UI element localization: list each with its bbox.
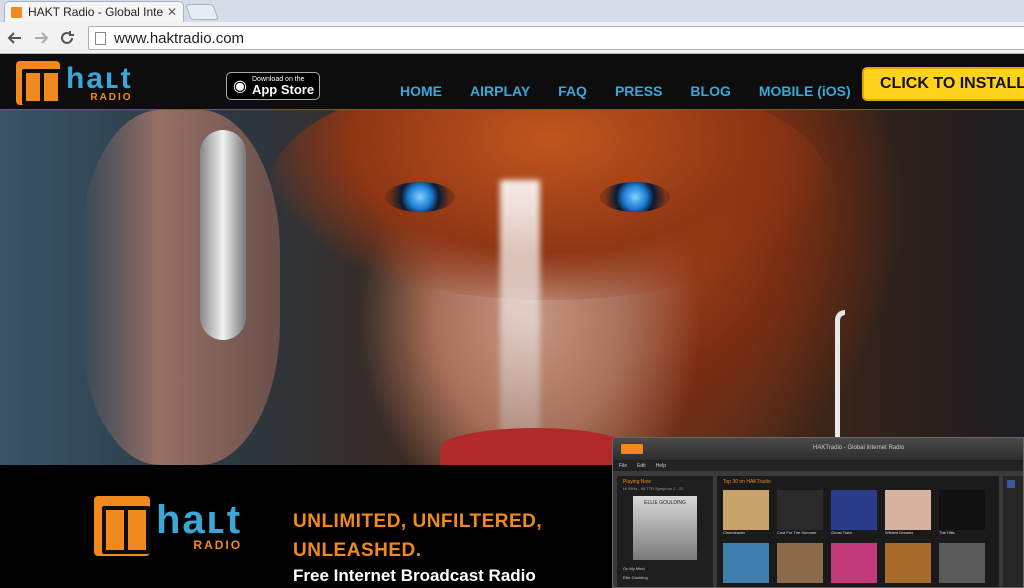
album-tile bbox=[885, 543, 931, 583]
album-tile-label: Cool For The Summer bbox=[777, 530, 817, 535]
app-titlebar: HAKTradio - Global Internet Radio bbox=[613, 438, 1023, 460]
album-tile-art bbox=[831, 490, 877, 530]
track-artist: Ellie Goulding bbox=[623, 575, 648, 580]
speaker-logo-icon bbox=[16, 61, 62, 105]
facebook-icon bbox=[1007, 480, 1015, 488]
browser-tab-strip: HAKT Radio - Global Intern ✕ bbox=[0, 0, 1024, 22]
app-sidebar: Playing Now Hi 95Hz - 96 TTR Symphon 2 -… bbox=[617, 476, 713, 587]
tab-title: HAKT Radio - Global Intern bbox=[28, 5, 163, 19]
promo-logo-sub: RADIO bbox=[193, 538, 243, 552]
promo-logo-name: haʟt bbox=[156, 498, 243, 542]
album-tile-art bbox=[885, 490, 931, 530]
browser-toolbar: www.haktradio.com bbox=[0, 22, 1024, 54]
album-tile-art bbox=[777, 490, 823, 530]
album-tile-label: Wildest Dreams bbox=[885, 530, 914, 535]
app-menu-help: Help bbox=[655, 462, 666, 469]
promo-logo: haʟt RADIO bbox=[94, 496, 242, 556]
album-label: ELLIE GOULDING bbox=[644, 500, 686, 506]
nav-mobile[interactable]: MOBILE (iOS) bbox=[759, 83, 851, 99]
app-menu-file: File bbox=[619, 462, 628, 469]
site-header: haʟt RADIO ◉ Download on the App Store H… bbox=[0, 54, 1024, 110]
album-tile bbox=[777, 543, 823, 583]
apple-icon: ◉ bbox=[233, 78, 247, 95]
headphone-graphic bbox=[200, 130, 246, 340]
nav-blog[interactable]: BLOG bbox=[690, 83, 730, 99]
address-bar[interactable]: www.haktradio.com bbox=[88, 26, 1024, 50]
app-menu-edit: Edit bbox=[637, 462, 646, 469]
arrow-left-icon bbox=[7, 31, 21, 44]
arrow-right-icon bbox=[35, 31, 49, 44]
app-title: HAKTradio - Global Internet Radio bbox=[813, 445, 905, 451]
nav-faq[interactable]: FAQ bbox=[558, 83, 587, 99]
album-tile-label: The Hills bbox=[939, 530, 955, 535]
now-playing-sub: Hi 95Hz - 96 TTR Symphon 2 - 22 bbox=[623, 486, 684, 491]
album-tile-label: Ghost Town bbox=[831, 530, 853, 535]
album-tile-art bbox=[777, 543, 823, 583]
url-text: www.haktradio.com bbox=[114, 29, 245, 47]
nav-press[interactable]: PRESS bbox=[615, 83, 662, 99]
album-tile: Cheerleader bbox=[723, 490, 769, 535]
tagline: UNLIMITED, UNFILTERED, UNLEASHED. bbox=[293, 507, 542, 565]
install-button[interactable]: CLICK TO INSTALL bbox=[862, 67, 1024, 101]
nav-home[interactable]: HOME bbox=[400, 83, 442, 99]
hero-light-beam bbox=[500, 180, 540, 450]
album-tile-art bbox=[939, 490, 985, 530]
app-main: Top 30 on HAKTradio Cheerleader Cool For … bbox=[717, 476, 999, 587]
album-tile: Ghost Town bbox=[831, 490, 877, 535]
hero-lips bbox=[440, 428, 630, 465]
subline: Free Internet Broadcast Radio bbox=[293, 566, 536, 585]
track-title: On My Mind bbox=[623, 566, 645, 571]
reload-button[interactable] bbox=[56, 27, 78, 49]
app-store-badge[interactable]: ◉ Download on the App Store bbox=[226, 72, 320, 100]
back-button[interactable] bbox=[4, 27, 26, 49]
speaker-logo-icon bbox=[94, 496, 150, 556]
hero-eye-right bbox=[600, 182, 670, 212]
tagline-line2: UNLEASHED. bbox=[293, 540, 422, 561]
album-tile bbox=[831, 543, 877, 583]
hakt-logo[interactable]: haʟt RADIO bbox=[16, 59, 133, 107]
album-tile bbox=[939, 543, 985, 583]
album-art: ELLIE GOULDING bbox=[633, 496, 697, 560]
album-tile bbox=[723, 543, 769, 583]
hero-eye-left bbox=[385, 182, 455, 212]
forward-button[interactable] bbox=[30, 27, 52, 49]
hero-hand bbox=[80, 110, 280, 465]
album-tile-art bbox=[885, 543, 931, 583]
favicon-icon bbox=[11, 6, 22, 18]
album-tile-art bbox=[723, 543, 769, 583]
album-tile-art bbox=[939, 543, 985, 583]
album-tile-art bbox=[831, 543, 877, 583]
album-tile: Cool For The Summer bbox=[777, 490, 823, 535]
hero-hair bbox=[270, 110, 830, 300]
top30-label: Top 30 on HAKTradio bbox=[723, 479, 771, 485]
logo-name: haʟt bbox=[66, 61, 133, 95]
nav-airplay[interactable]: AIRPLAY bbox=[470, 83, 530, 99]
app-menu: File Edit Help bbox=[613, 460, 1023, 471]
album-tile: Wildest Dreams bbox=[885, 490, 931, 535]
app-screenshot: HAKTradio - Global Internet Radio File E… bbox=[612, 437, 1024, 588]
browser-tab[interactable]: HAKT Radio - Global Intern ✕ bbox=[4, 1, 184, 22]
tagline-line1: UNLIMITED, UNFILTERED, bbox=[293, 511, 543, 532]
tab-close-icon[interactable]: ✕ bbox=[167, 5, 177, 19]
album-tile: The Hills bbox=[939, 490, 985, 535]
main-nav: HOME AIRPLAY FAQ PRESS BLOG MOBILE (iOS) bbox=[400, 83, 879, 99]
album-tile-label: Cheerleader bbox=[723, 530, 746, 535]
page-icon bbox=[95, 31, 106, 45]
new-tab-button[interactable] bbox=[185, 4, 219, 20]
reload-icon bbox=[61, 30, 74, 44]
logo-sub: RADIO bbox=[90, 91, 133, 103]
album-tile-art bbox=[723, 490, 769, 530]
hero-image bbox=[0, 110, 1024, 465]
album-tiles: Cheerleader Cool For The Summer Ghost Town… bbox=[717, 488, 999, 585]
app-logo-icon bbox=[621, 444, 643, 454]
now-playing-label: Playing Now bbox=[623, 479, 651, 485]
app-right-panel bbox=[1003, 476, 1023, 587]
appstore-big-text: App Store bbox=[251, 82, 315, 97]
